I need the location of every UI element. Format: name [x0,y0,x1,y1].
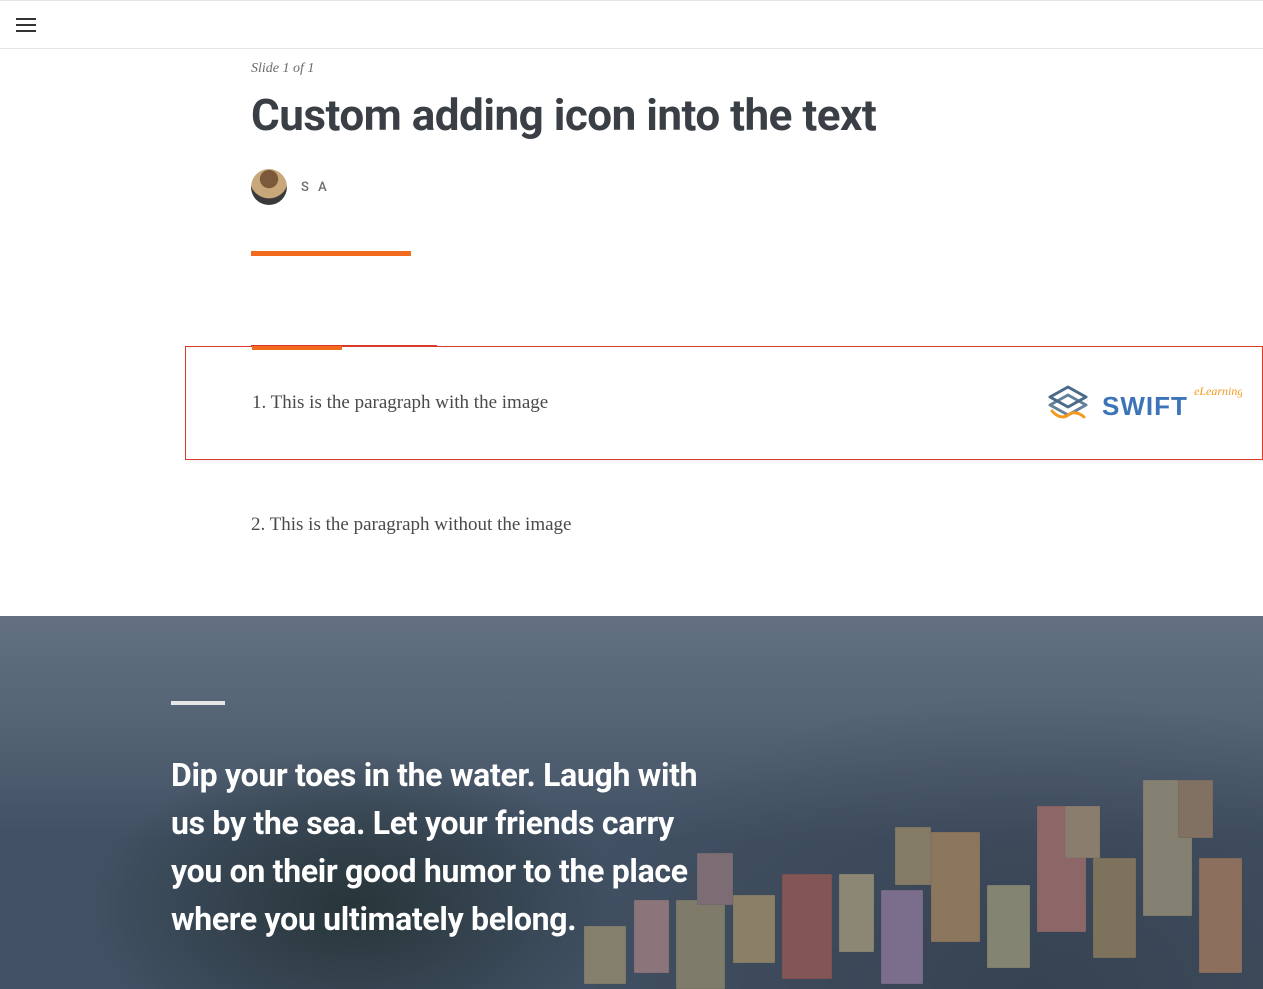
hero-accent-bar [171,701,225,705]
swift-wordmark-icon: eLearning SWIFT [1102,383,1242,423]
accent-divider [251,251,411,256]
avatar [251,169,287,205]
main-content: Slide 1 of 1 Custom adding icon into the… [0,49,1263,536]
logo-tagline: eLearning [1194,384,1242,398]
swift-logo: eLearning SWIFT [1046,383,1242,423]
hero-section: Dip your toes in the water. Laugh with u… [0,616,1263,989]
hero-quote-text: Dip your toes in the water. Laugh with u… [171,751,720,943]
logo-brand: SWIFT [1102,391,1188,421]
paragraph-2-text: 2. This is the paragraph without the ima… [251,514,1223,536]
author-row: S A [251,169,1223,205]
hero-content: Dip your toes in the water. Laugh with u… [0,616,720,943]
paragraph-1-text: 1. This is the paragraph with the image [252,392,548,414]
menu-icon[interactable] [16,18,36,32]
swift-mark-icon [1046,383,1090,423]
slide-indicator: Slide 1 of 1 [251,61,1223,77]
author-name: S A [301,180,330,195]
page-title: Custom adding icon into the text [251,89,1223,141]
topbar [0,0,1263,49]
paragraph-with-image-box: 1. This is the paragraph with the image … [185,346,1263,460]
